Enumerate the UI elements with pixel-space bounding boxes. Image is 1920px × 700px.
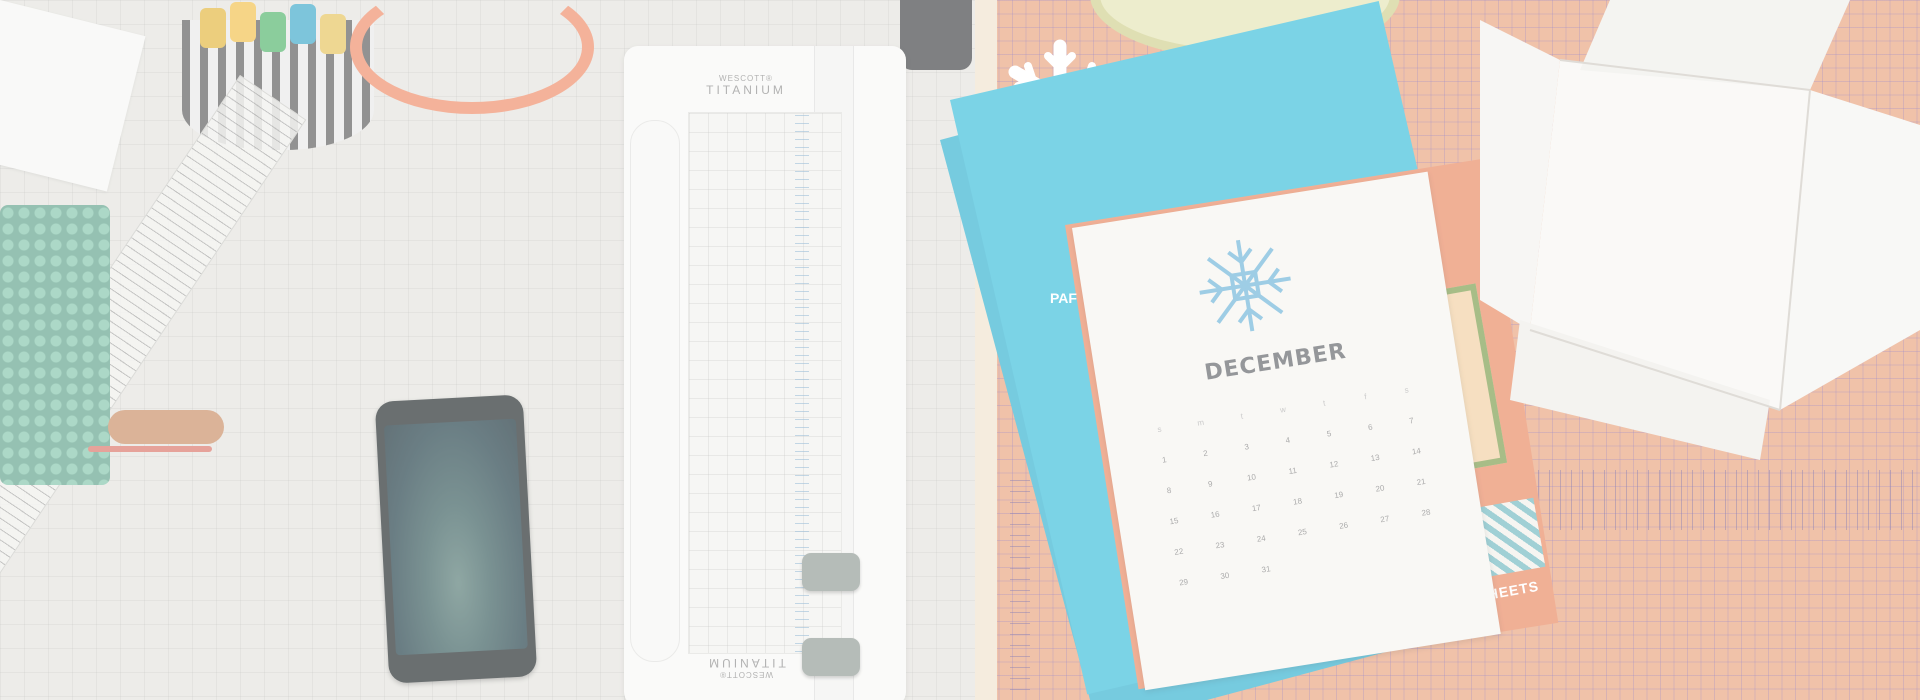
calendar-weekday-label: t <box>1322 398 1327 408</box>
calendar-day: 20 <box>1374 483 1386 494</box>
trimmer-brand-label: WESCOTT® TITANIUM <box>686 74 806 97</box>
phone-screen-wallpaper <box>383 418 528 656</box>
calendar-day: 19 <box>1333 489 1344 501</box>
calendar-day: 26 <box>1338 520 1349 531</box>
cutting-mat-ruler-vertical <box>1010 470 1030 690</box>
calendar-day: 27 <box>1379 514 1390 525</box>
calendar-weekday-label: s <box>1403 385 1410 395</box>
calendar-day: 31 <box>1260 564 1272 575</box>
calendar-snowflake-icon <box>1199 239 1291 332</box>
trimmer-brand-small-bottom: WESCOTT® <box>719 670 773 679</box>
calendar-day: 12 <box>1328 459 1340 470</box>
marker <box>230 2 256 42</box>
calendar-day: 28 <box>1420 507 1432 518</box>
calendar-weekday-label: t <box>1240 411 1244 421</box>
calendar-day: 6 <box>1367 422 1374 433</box>
pad-label: PAF <box>1050 290 1077 306</box>
paper-box-template <box>1480 0 1920 460</box>
trimmer-guide-arm <box>630 120 680 662</box>
calendar-day: 25 <box>1297 527 1308 538</box>
calendar-weekday-label: f <box>1363 392 1368 402</box>
craft-desk-photo: WESCOTT® TITANIUM WESCOTT® TITANIUM PAF … <box>0 0 1920 700</box>
calendar-day: 8 <box>1166 485 1173 496</box>
trimmer-brand-label-bottom: WESCOTT® TITANIUM <box>686 656 806 679</box>
awl-tool <box>108 410 224 444</box>
calendar-day: 24 <box>1256 533 1267 544</box>
trimmer-brand-small: WESCOTT® <box>719 74 773 83</box>
smartphone <box>374 394 538 684</box>
calendar-day: 2 <box>1202 448 1209 459</box>
calendar-grid: s m t w t f s 1 2 3 4 5 6 7 8 9 10 11 12 13 14 15 16 17 18 19 20 21… <box>1138 382 1452 590</box>
calendar-card: DECEMBER s m t w t f s 1 2 3 4 5 6 7 8 9 10 11 12 13 14 15 16 1… <box>1072 171 1501 691</box>
calendar-day: 17 <box>1251 502 1262 514</box>
calendar-day: 1 <box>1161 455 1168 465</box>
calendar-day: 18 <box>1292 496 1303 507</box>
calendar-day: 29 <box>1178 577 1189 588</box>
calendar-weekday-label: s <box>1156 424 1163 435</box>
trimmer-brand-name: TITANIUM <box>706 83 786 97</box>
calendar-day: 7 <box>1408 415 1415 426</box>
calendar-day: 22 <box>1173 546 1184 557</box>
marker <box>200 8 226 48</box>
calendar-day: 30 <box>1219 570 1230 582</box>
awl-tip <box>88 446 212 452</box>
trimmer-blade-slider <box>802 553 860 591</box>
calendar-day: 9 <box>1207 479 1214 489</box>
calendar-weekday-label: w <box>1279 404 1287 415</box>
calendar-day: 16 <box>1210 509 1221 520</box>
calendar-day: 15 <box>1168 516 1180 527</box>
marker <box>290 4 316 44</box>
trimmer-blade-slider-lower <box>802 638 860 676</box>
cutting-mat-ruler <box>1505 470 1920 530</box>
calendar-weekday-label: m <box>1196 417 1205 428</box>
marker <box>320 14 346 54</box>
calendar-day: 23 <box>1214 540 1226 551</box>
calendar-day: 4 <box>1284 435 1291 446</box>
calendar-day: 21 <box>1416 476 1427 488</box>
calendar-day: 10 <box>1246 472 1257 483</box>
calendar-day: 3 <box>1243 442 1250 452</box>
trimmer-brand-name-bottom: TITANIUM <box>706 656 786 670</box>
green-pegboard <box>0 205 110 485</box>
calendar-day: 11 <box>1287 465 1298 477</box>
stapler <box>900 0 972 70</box>
calendar-day: 14 <box>1411 446 1422 457</box>
marker <box>260 12 286 52</box>
calendar-day: 5 <box>1326 429 1332 439</box>
calendar-day: 13 <box>1370 452 1381 464</box>
